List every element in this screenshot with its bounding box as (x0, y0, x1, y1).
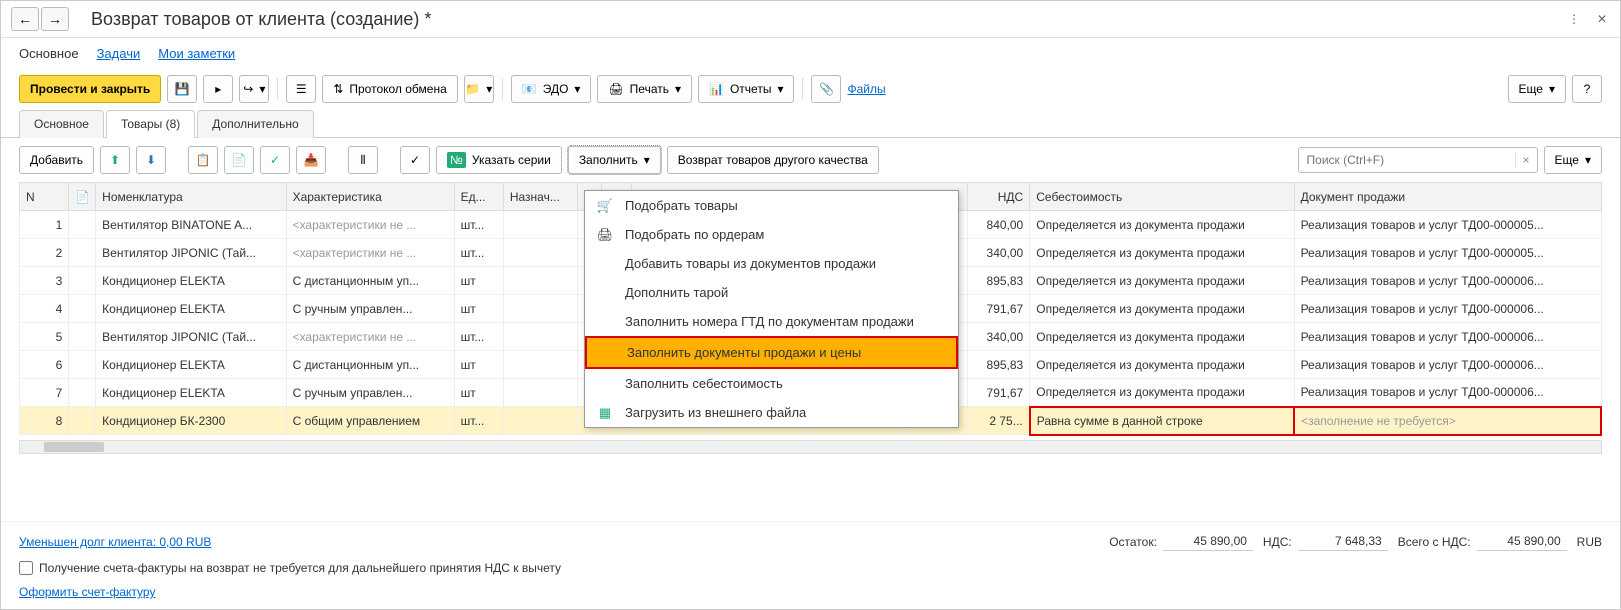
balance-label: Остаток: (1109, 535, 1157, 549)
tbl-more-button[interactable]: Еще ▾ (1544, 146, 1602, 174)
total-label: Всего с НДС: (1398, 535, 1471, 549)
forward-button[interactable]: → (41, 7, 69, 31)
folder-button[interactable]: 📁 ▾ (464, 75, 494, 103)
down-icon: ⬇ (146, 153, 156, 167)
other-quality-button[interactable]: Возврат товаров другого качества (667, 146, 879, 174)
exchange-icon: ⇅ (333, 82, 343, 96)
nds-value: 7 648,33 (1298, 532, 1388, 551)
menu-pick-goods[interactable]: 🛒Подобрать товары (585, 191, 958, 220)
print-icon: 🖨 (608, 82, 623, 96)
col-doc[interactable]: Документ продажи (1294, 183, 1601, 211)
invoice-link[interactable]: Оформить счет-фактуру (19, 585, 155, 599)
save-icon: 💾 (175, 82, 190, 96)
clear-icon[interactable]: × (1515, 153, 1537, 167)
col-nds[interactable]: НДС (967, 183, 1030, 211)
invoice-checkbox[interactable]: Получение счета-фактуры на возврат не тр… (19, 561, 561, 575)
create-based-button[interactable]: ↪ ▾ (239, 75, 269, 103)
menu-fill-sales-prices[interactable]: Заполнить документы продажи и цены (585, 336, 958, 369)
fill-button[interactable]: Заполнить ▾ (568, 146, 661, 174)
barcode-icon: ⫴ (361, 153, 366, 168)
check-icon: ✓ (410, 153, 420, 167)
print-button[interactable]: 🖨Печать ▾ (597, 75, 692, 103)
series-button[interactable]: №Указать серии (436, 146, 562, 174)
add-button[interactable]: Добавить (19, 146, 94, 174)
copy-button[interactable]: 📋 (188, 146, 218, 174)
menu-pick-orders[interactable]: 🖨Подобрать по ордерам (585, 220, 958, 249)
attach-button[interactable]: 📎 (811, 75, 841, 103)
page-title: Возврат товаров от клиента (создание) * (91, 9, 1566, 30)
balance-value: 45 890,00 (1163, 532, 1253, 551)
post-close-button[interactable]: Провести и закрыть (19, 75, 161, 103)
nr-icon: № (447, 152, 466, 168)
arrow-icon: ↪ (243, 82, 253, 96)
search-input[interactable]: × (1298, 147, 1538, 173)
paste-icon: 📄 (232, 153, 247, 167)
copy-icon: 📋 (196, 153, 211, 167)
col-n[interactable]: N (20, 183, 69, 211)
edo-icon: 📧 (522, 82, 537, 96)
basket-icon: 🛒 (597, 198, 613, 214)
menu-add-tare[interactable]: Дополнить тарой (585, 278, 958, 307)
post-button[interactable]: ▸ (203, 75, 233, 103)
col-char[interactable]: Характеристика (286, 183, 454, 211)
import-button[interactable]: 📥 (296, 146, 326, 174)
col-flag-icon[interactable]: 📄 (69, 183, 96, 211)
save-button[interactable]: 💾 (167, 75, 197, 103)
debt-link[interactable]: Уменьшен долг клиента: 0,00 RUB (19, 535, 211, 549)
paste-button[interactable]: 📄 (224, 146, 254, 174)
col-unit[interactable]: Ед... (454, 183, 503, 211)
protocol-button[interactable]: ⇅Протокол обмена (322, 75, 457, 103)
back-button[interactable]: ← (11, 7, 39, 31)
move-down-button[interactable]: ⬇ (136, 146, 166, 174)
tab-extra[interactable]: Дополнительно (197, 110, 313, 138)
check-button[interactable]: ✓ (400, 146, 430, 174)
h-scrollbar[interactable] (19, 440, 1602, 454)
share-button[interactable]: ✓ (260, 146, 290, 174)
share-icon: ✓ (270, 153, 280, 167)
nav-notes[interactable]: Мои заметки (158, 46, 235, 61)
chart-icon: 📊 (709, 82, 724, 96)
import-icon: 📥 (304, 153, 319, 167)
close-icon[interactable]: ✕ (1594, 11, 1610, 27)
tab-main[interactable]: Основное (19, 110, 104, 138)
edo-button[interactable]: 📧ЭДО ▾ (511, 75, 592, 103)
help-button[interactable]: ? (1572, 75, 1602, 103)
menu-fill-gtd[interactable]: Заполнить номера ГТД по документам прода… (585, 307, 958, 336)
files-link[interactable]: Файлы (847, 82, 885, 96)
move-up-button[interactable]: ⬆ (100, 146, 130, 174)
list-icon: ☰ (296, 82, 307, 96)
more-button[interactable]: Еще ▾ (1508, 75, 1566, 103)
menu-add-from-sales[interactable]: Добавить товары из документов продажи (585, 249, 958, 278)
clip-icon: 📎 (819, 82, 834, 96)
col-nom[interactable]: Номенклатура (96, 183, 286, 211)
post-icon: ▸ (215, 82, 221, 96)
total-value: 45 890,00 (1477, 532, 1567, 551)
list-button[interactable]: ☰ (286, 75, 316, 103)
tab-goods[interactable]: Товары (8) (106, 110, 195, 138)
nav-tasks[interactable]: Задачи (97, 46, 141, 61)
fill-menu: 🛒Подобрать товары 🖨Подобрать по ордерам … (584, 190, 959, 428)
menu-load-ext[interactable]: ▦Загрузить из внешнего файла (585, 398, 958, 427)
col-purpose[interactable]: Назнач... (503, 183, 577, 211)
menu-fill-cost[interactable]: Заполнить себестоимость (585, 369, 958, 398)
nds-label: НДС: (1263, 535, 1292, 549)
reports-button[interactable]: 📊Отчеты ▾ (698, 75, 794, 103)
folder-icon: 📁 (465, 82, 480, 96)
printer-icon: 🖨 (597, 227, 613, 243)
col-cost[interactable]: Себестоимость (1030, 183, 1294, 211)
nav-main[interactable]: Основное (19, 46, 79, 61)
excel-icon: ▦ (597, 405, 613, 421)
currency: RUB (1577, 535, 1602, 549)
kebab-icon[interactable]: ⋮ (1566, 11, 1582, 27)
up-icon: ⬆ (110, 153, 120, 167)
barcode-button[interactable]: ⫴ (348, 146, 378, 174)
